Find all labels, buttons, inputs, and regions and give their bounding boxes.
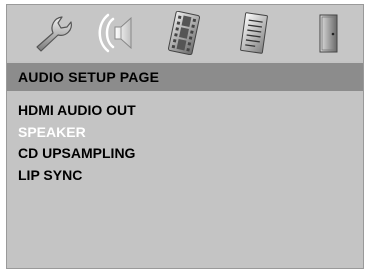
door-icon[interactable] (303, 11, 353, 55)
audio-setup-menu: HDMI AUDIO OUT SPEAKER CD UPSAMPLING LIP… (18, 100, 136, 186)
page-title-bar: AUDIO SETUP PAGE (7, 63, 363, 91)
wrench-icon[interactable] (29, 11, 79, 55)
menu-item-cd-upsampling[interactable]: CD UPSAMPLING (18, 143, 136, 165)
menu-item-speaker[interactable]: SPEAKER (18, 122, 136, 144)
menu-item-lip-sync[interactable]: LIP SYNC (18, 165, 136, 187)
page-title: AUDIO SETUP PAGE (18, 69, 160, 85)
osd-screen: AUDIO SETUP PAGE HDMI AUDIO OUT SPEAKER … (6, 4, 364, 269)
document-icon[interactable] (229, 11, 279, 55)
film-strip-icon[interactable] (159, 11, 209, 55)
speaker-icon[interactable] (93, 11, 143, 55)
icon-bar (7, 5, 363, 61)
menu-item-hdmi-audio-out[interactable]: HDMI AUDIO OUT (18, 100, 136, 122)
